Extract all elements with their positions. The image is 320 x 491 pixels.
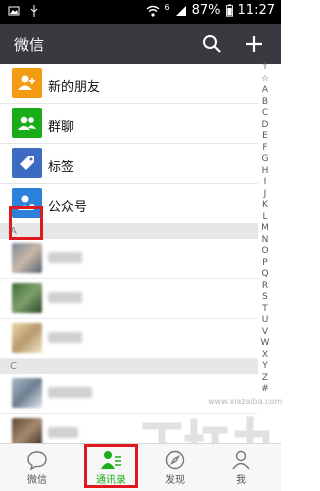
index-letter[interactable]: O (258, 246, 272, 258)
index-letter[interactable]: G (258, 154, 272, 166)
index-letter[interactable]: D (258, 120, 272, 132)
highlight-box-contact (9, 206, 43, 240)
contact-name-blurred (48, 292, 82, 303)
index-letter[interactable]: I (258, 177, 272, 189)
index-letter[interactable]: K (258, 200, 272, 212)
tags-row[interactable]: 标签 (0, 144, 258, 184)
new-friends-row[interactable]: 新的朋友 (0, 64, 258, 104)
new-friends-label: 新的朋友 (48, 80, 101, 95)
wifi-icon (146, 5, 159, 17)
index-letter[interactable]: T (258, 304, 272, 316)
signal-label: 6 (164, 3, 170, 12)
list-item[interactable] (0, 239, 258, 279)
index-letter[interactable]: W (258, 338, 272, 350)
search-icon[interactable] (200, 32, 224, 56)
list-item[interactable] (0, 374, 258, 414)
index-letter[interactable]: V (258, 327, 272, 339)
index-letter[interactable]: L (258, 212, 272, 224)
index-letter[interactable]: ↑ (258, 62, 272, 74)
image-icon (8, 6, 20, 16)
tab-discover-label: 发现 (165, 475, 185, 486)
list-item[interactable] (0, 279, 258, 319)
index-letter[interactable]: M (258, 223, 272, 235)
battery-percent: 87% (191, 3, 221, 18)
index-letter[interactable]: ☆ (258, 74, 272, 86)
official-accounts-label: 公众号 (48, 200, 88, 215)
index-letter[interactable]: E (258, 131, 272, 143)
list-item[interactable] (0, 319, 258, 359)
index-letter[interactable]: Q (258, 269, 272, 281)
alphabet-index[interactable]: ↑ ☆ A B C D E F G H I J K L M N O P Q R S T U V W X Y Z # (258, 62, 272, 442)
index-letter[interactable]: F (258, 143, 272, 155)
index-letter[interactable]: Z (258, 373, 272, 385)
group-icon (12, 108, 42, 138)
tag-icon (12, 148, 42, 178)
avatar (12, 243, 42, 273)
title-bar: 微信 (0, 24, 281, 64)
index-letter[interactable]: R (258, 281, 272, 293)
watermark-url: www.xiazaiba.com (208, 397, 283, 406)
index-letter[interactable]: B (258, 97, 272, 109)
index-letter[interactable]: Y (258, 361, 272, 373)
contact-name-blurred (48, 332, 82, 343)
group-chats-label: 群聊 (48, 120, 75, 135)
usb-icon (30, 5, 38, 17)
tab-me-label: 我 (236, 475, 246, 486)
group-chats-row[interactable]: 群聊 (0, 104, 258, 144)
compass-icon (165, 450, 185, 470)
contact-name-blurred (48, 387, 92, 398)
tab-discover[interactable]: 发现 (150, 447, 200, 489)
index-letter[interactable]: A (258, 85, 272, 97)
add-friend-icon (12, 68, 42, 98)
tab-chats[interactable]: 微信 (12, 447, 62, 489)
contact-list: 新的朋友 群聊 标签 公众号 A C (0, 64, 258, 454)
clock: 11:27 (237, 3, 275, 18)
index-letter[interactable]: # (258, 384, 272, 396)
person-icon (232, 450, 250, 470)
battery-icon (225, 4, 233, 17)
highlight-box-tab (84, 444, 138, 488)
tab-me[interactable]: 我 (216, 447, 266, 489)
index-letter[interactable]: J (258, 189, 272, 201)
avatar (12, 283, 42, 313)
section-header-c: C (0, 359, 258, 374)
plus-icon[interactable] (242, 32, 266, 56)
index-letter[interactable]: U (258, 315, 272, 327)
avatar (12, 378, 42, 408)
tab-bar: 微信 通讯录 发现 我 (0, 443, 281, 491)
index-letter[interactable]: P (258, 258, 272, 270)
contact-name-blurred (48, 252, 82, 263)
avatar (12, 323, 42, 353)
index-letter[interactable]: H (258, 166, 272, 178)
index-letter[interactable]: C (258, 108, 272, 120)
tab-chats-label: 微信 (27, 475, 47, 486)
status-bar: 6 87% 11:27 (0, 0, 281, 24)
index-letter[interactable]: X (258, 350, 272, 362)
tags-label: 标签 (48, 160, 75, 175)
chat-bubble-icon (27, 451, 47, 471)
page-title: 微信 (14, 36, 45, 54)
index-letter[interactable]: S (258, 292, 272, 304)
contact-name-blurred (48, 427, 78, 438)
signal-icon (175, 5, 186, 16)
index-letter[interactable]: N (258, 235, 272, 247)
